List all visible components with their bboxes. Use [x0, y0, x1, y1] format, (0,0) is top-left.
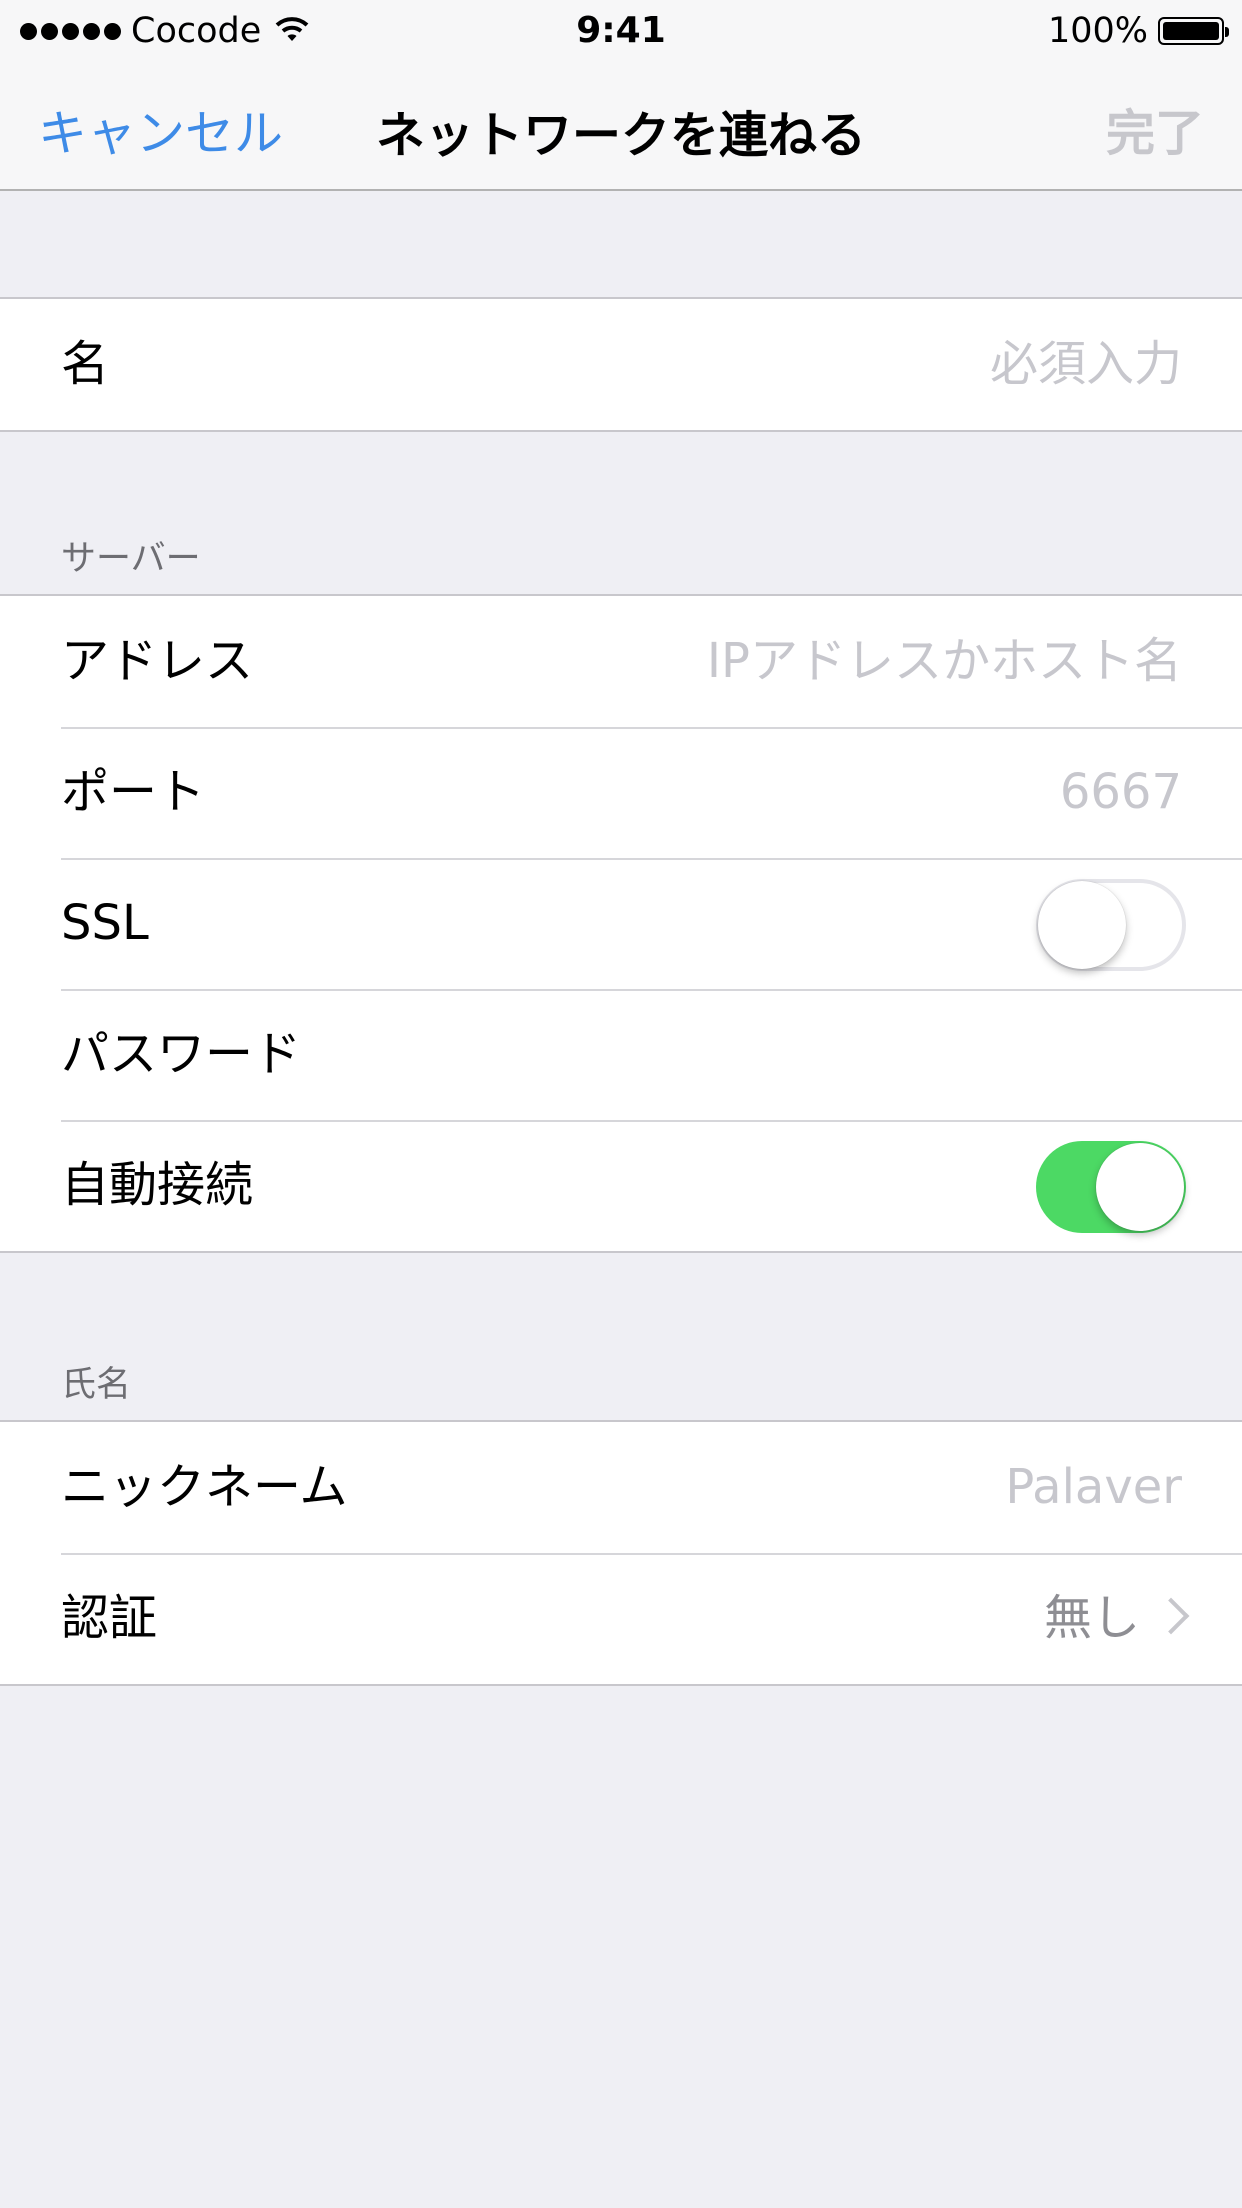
identity-group: ニックネーム Palaver 認証 無し	[0, 1420, 1242, 1686]
address-label: アドレス	[61, 633, 254, 689]
done-button[interactable]: 完了	[1106, 94, 1204, 165]
auth-label: 認証	[61, 1590, 158, 1646]
name-group: 名 必須入力	[0, 297, 1242, 432]
auto-connect-toggle[interactable]	[1036, 1141, 1186, 1233]
ssl-label: SSL	[61, 895, 149, 951]
ssl-row: SSL	[0, 858, 1242, 989]
auth-value: 無し	[1043, 1590, 1140, 1646]
address-input[interactable]: IPアドレスかホスト名	[707, 596, 1182, 727]
nickname-row[interactable]: ニックネーム Palaver	[0, 1422, 1242, 1553]
ssl-toggle[interactable]	[1036, 879, 1186, 971]
page-title: ネットワークを連ねる	[375, 107, 866, 164]
name-input[interactable]: 必須入力	[990, 299, 1182, 430]
password-label: パスワード	[61, 1026, 302, 1082]
navigation-bar: キャンセル ネットワークを連ねる 完了	[0, 60, 1242, 191]
auto-connect-row: 自動接続	[0, 1120, 1242, 1251]
toggle-knob	[1096, 1143, 1184, 1231]
battery-icon	[1158, 17, 1229, 45]
name-label: 名	[61, 336, 110, 392]
chevron-right-icon	[1152, 1597, 1190, 1635]
auth-row[interactable]: 認証 無し	[0, 1553, 1242, 1684]
server-group: アドレス IPアドレスかホスト名 ポート 6667 SSL パスワード 自動接続	[0, 594, 1242, 1253]
battery-percentage: 100%	[1047, 11, 1148, 51]
nickname-input[interactable]: Palaver	[1005, 1422, 1182, 1553]
auto-connect-label: 自動接続	[61, 1157, 254, 1213]
name-row[interactable]: 名 必須入力	[0, 299, 1242, 430]
status-bar: Cocode 9:41 100%	[0, 0, 1242, 60]
port-input[interactable]: 6667	[1060, 727, 1182, 858]
identity-section-header: 氏名	[61, 1365, 132, 1405]
status-right: 100%	[1047, 10, 1229, 52]
password-row[interactable]: パスワード	[0, 989, 1242, 1120]
server-section-header: サーバー	[61, 539, 201, 579]
port-row[interactable]: ポート 6667	[0, 727, 1242, 858]
address-row[interactable]: アドレス IPアドレスかホスト名	[0, 596, 1242, 727]
nickname-label: ニックネーム	[61, 1459, 348, 1515]
port-label: ポート	[61, 764, 206, 820]
toggle-knob	[1038, 881, 1126, 969]
